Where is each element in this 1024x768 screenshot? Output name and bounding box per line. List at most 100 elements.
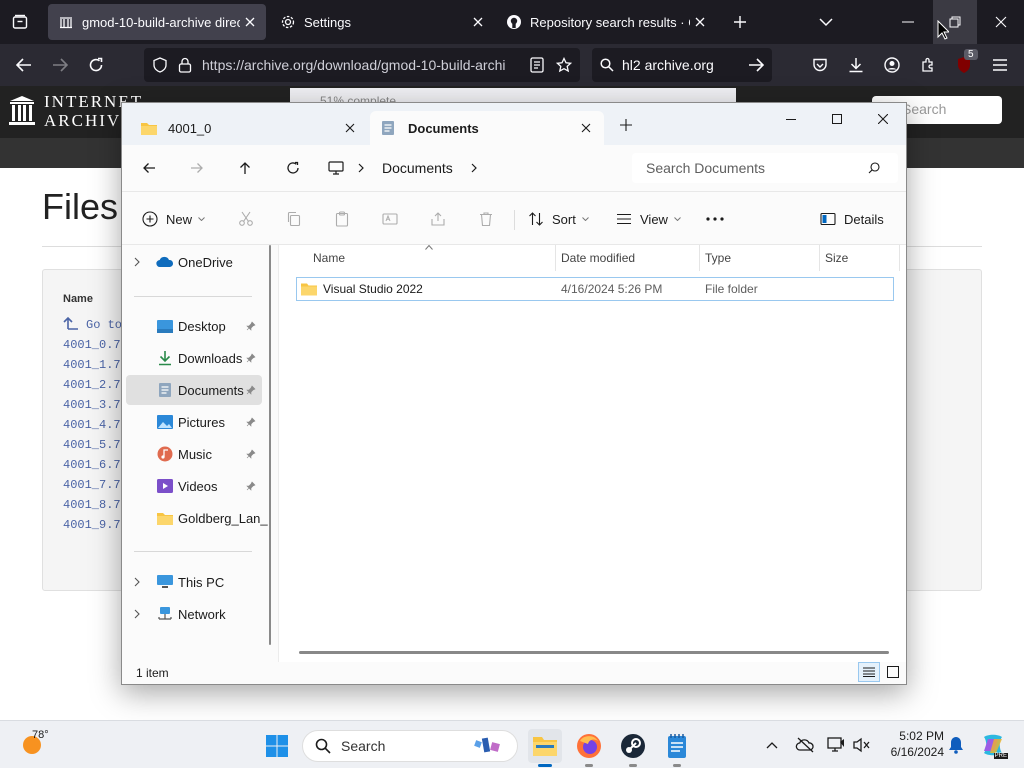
back-icon[interactable] (10, 51, 38, 79)
browser-tab-github[interactable]: Repository search results · GitHub (496, 4, 716, 40)
close-tab-icon[interactable] (338, 116, 362, 140)
view-button[interactable]: View (616, 206, 681, 232)
close-tab-icon[interactable] (240, 12, 260, 32)
nav-item-downloads[interactable]: Downloads (126, 343, 262, 373)
taskbar-steam[interactable] (616, 729, 650, 767)
taskbar-firefox[interactable] (572, 729, 606, 767)
new-button[interactable]: New (142, 206, 205, 232)
pin-icon[interactable] (246, 321, 258, 331)
cut-button[interactable] (238, 206, 254, 232)
nav-item-network[interactable]: Network (126, 599, 262, 629)
explorer-tab-documents[interactable]: Documents (370, 111, 604, 145)
taskbar-notepad[interactable] (660, 729, 694, 767)
details-pane-button[interactable]: Details (820, 206, 884, 232)
chevron-right-icon[interactable] (134, 577, 148, 587)
downloads-icon[interactable] (842, 51, 870, 79)
close-tab-icon[interactable] (468, 12, 488, 32)
reader-view-icon[interactable] (530, 57, 544, 73)
breadcrumb-documents[interactable]: Documents (382, 160, 453, 176)
pin-icon[interactable] (246, 417, 258, 427)
nav-item-pictures[interactable]: Pictures (126, 407, 262, 437)
search-value[interactable]: hl2 archive.org (622, 57, 748, 73)
taskbar-search-box[interactable]: Search (302, 730, 518, 762)
column-header-size[interactable]: Size (825, 251, 848, 271)
nav-item-music[interactable]: Music (126, 439, 262, 469)
clock[interactable]: 5:02 PM 6/16/2024 (880, 728, 944, 760)
file-link[interactable]: 4001_1.7z (63, 358, 123, 372)
url-bar[interactable]: https://archive.org/download/gmod-10-bui… (144, 48, 580, 82)
nav-scrollbar[interactable] (268, 245, 272, 645)
taskbar-file-explorer[interactable] (528, 729, 562, 767)
column-header-name[interactable]: Name (313, 251, 345, 271)
sort-button[interactable]: Sort (528, 206, 589, 232)
forward-icon[interactable] (46, 51, 74, 79)
copy-button[interactable] (286, 206, 302, 232)
nav-item-goldberg[interactable]: Goldberg_Lan_S (126, 503, 268, 533)
file-name[interactable]: Visual Studio 2022 (323, 282, 561, 296)
file-link[interactable]: 4001_7.7z (63, 478, 123, 492)
paste-button[interactable] (334, 206, 350, 232)
chevron-right-icon[interactable] (134, 609, 148, 619)
column-divider[interactable] (819, 245, 820, 271)
go-arrow-icon[interactable] (748, 58, 764, 72)
column-divider[interactable] (899, 245, 900, 271)
rename-button[interactable] (382, 206, 398, 232)
browser-tab-settings[interactable]: Settings (270, 4, 494, 40)
list-all-tabs-icon[interactable] (812, 8, 840, 36)
app-menu-icon[interactable] (986, 51, 1014, 79)
file-link[interactable]: 4001_5.7z (63, 438, 123, 452)
scrollbar-thumb[interactable] (269, 245, 271, 645)
column-divider[interactable] (555, 245, 556, 271)
close-tab-icon[interactable] (690, 12, 710, 32)
account-icon[interactable] (878, 51, 906, 79)
horizontal-scrollbar[interactable] (299, 651, 889, 654)
minimize-icon[interactable] (768, 103, 814, 135)
column-divider[interactable] (699, 245, 700, 271)
browser-tab-archive[interactable]: gmod-10-build-archive directory (48, 4, 266, 40)
pin-icon[interactable] (246, 353, 258, 363)
firefox-view-icon[interactable] (6, 8, 34, 36)
search-bar[interactable]: hl2 archive.org (592, 48, 772, 82)
parent-directory-link[interactable]: Go to parent directory (86, 318, 122, 332)
breadcrumb[interactable]: Documents (328, 153, 626, 183)
lock-icon[interactable] (178, 57, 192, 73)
url-text[interactable]: https://archive.org/download/gmod-10-bui… (202, 57, 522, 73)
chevron-right-icon[interactable] (134, 257, 148, 267)
file-link[interactable]: 4001_8.7z (63, 498, 123, 512)
onedrive-offline-icon[interactable] (793, 733, 817, 757)
extensions-icon[interactable] (914, 51, 942, 79)
large-icons-view-toggle[interactable] (882, 662, 904, 682)
pin-icon[interactable] (246, 449, 258, 459)
new-tab-icon[interactable] (726, 8, 754, 36)
nav-item-onedrive[interactable]: OneDrive (126, 247, 262, 277)
details-view-toggle[interactable] (858, 662, 880, 682)
start-button[interactable] (260, 729, 294, 763)
column-header-type[interactable]: Type (705, 251, 731, 271)
network-display-icon[interactable] (824, 733, 848, 757)
explorer-search-input[interactable]: Search Documents (632, 153, 898, 183)
bookmark-star-icon[interactable] (556, 57, 572, 73)
notification-bell-icon[interactable] (944, 733, 968, 757)
weather-widget[interactable]: 78° (20, 729, 49, 755)
name-column-header[interactable]: Name (63, 293, 93, 305)
file-link[interactable]: 4001_6.7z (63, 458, 123, 472)
shield-icon[interactable] (152, 57, 168, 73)
nav-item-videos[interactable]: Videos (126, 471, 262, 501)
share-button[interactable] (430, 206, 446, 232)
file-link[interactable]: 4001_9.7z (63, 518, 123, 532)
nav-item-documents[interactable]: Documents (126, 375, 262, 405)
column-header-date[interactable]: Date modified (561, 251, 635, 271)
close-window-icon[interactable] (987, 8, 1015, 36)
file-link[interactable]: 4001_0.7z (63, 338, 123, 352)
delete-button[interactable] (478, 206, 494, 232)
ublock-icon[interactable]: 5 (950, 49, 978, 79)
close-window-icon[interactable] (860, 103, 906, 135)
explorer-tab-4001-0[interactable]: 4001_0 (124, 111, 368, 145)
more-options-icon[interactable] (706, 206, 724, 232)
chevron-right-icon[interactable] (358, 163, 364, 173)
this-pc-icon[interactable] (328, 161, 344, 175)
nav-item-this-pc[interactable]: This PC (126, 567, 262, 597)
reload-icon[interactable] (82, 51, 110, 79)
file-row[interactable]: Visual Studio 2022 4/16/2024 5:26 PM Fil… (296, 277, 894, 301)
pocket-icon[interactable] (806, 51, 834, 79)
